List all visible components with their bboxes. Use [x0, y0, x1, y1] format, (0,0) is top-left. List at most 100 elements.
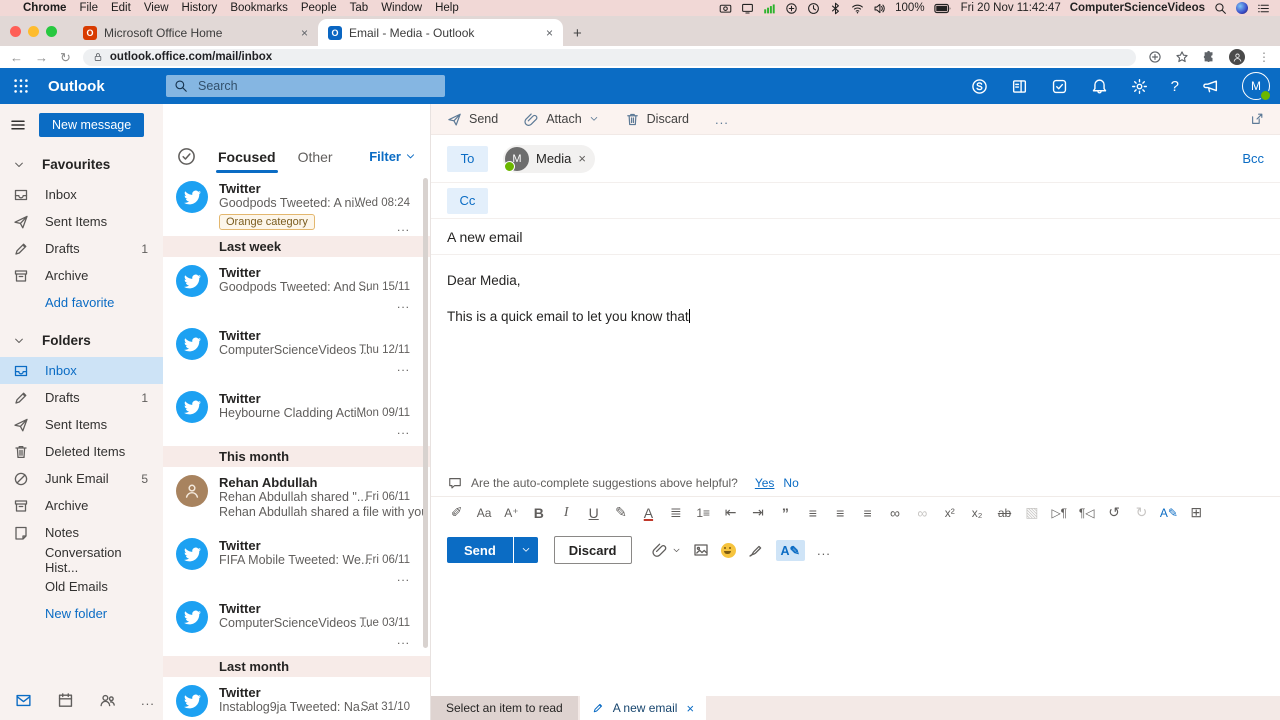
format-painter-icon[interactable]: ✐ — [443, 504, 470, 521]
sidebar-item-inbox[interactable]: Inbox — [0, 357, 163, 384]
address-bar[interactable]: outlook.office.com/mail/inbox — [83, 49, 1136, 66]
sidebar-item-fav-archive[interactable]: Archive — [0, 262, 163, 289]
more-modules-icon[interactable]: ... — [141, 693, 155, 708]
wifi-icon[interactable] — [851, 2, 864, 15]
browser-profile-avatar[interactable] — [1229, 49, 1245, 65]
menu-chrome[interactable]: Chrome — [23, 2, 66, 14]
menu-edit[interactable]: Edit — [111, 2, 131, 14]
font-name-icon[interactable]: Aa — [470, 506, 497, 520]
sidebar-item-conversation-history[interactable]: Conversation Hist... — [0, 546, 163, 573]
attach-file-button[interactable] — [652, 542, 681, 558]
discard-button[interactable]: Discard — [554, 536, 632, 564]
bcc-button[interactable]: Bcc — [1242, 151, 1264, 166]
outdent-icon[interactable]: ⇤ — [717, 504, 744, 521]
bluetooth-icon[interactable] — [829, 2, 842, 15]
subscript-icon[interactable]: x₂ — [963, 506, 990, 520]
sidebar-item-old-emails[interactable]: Old Emails — [0, 573, 163, 600]
message-row[interactable]: Twitter ComputerScienceVideos ... Thu 12… — [163, 320, 430, 383]
search-input[interactable] — [196, 78, 390, 94]
compose-more-icon[interactable]: ... — [817, 543, 831, 558]
feedback-yes-link[interactable]: Yes — [755, 476, 775, 490]
font-size-icon[interactable]: A⁺ — [498, 506, 525, 520]
close-window-button[interactable] — [10, 26, 21, 37]
signal-bars-icon[interactable] — [763, 2, 776, 15]
new-folder-link[interactable]: New folder — [0, 600, 163, 627]
quote-icon[interactable]: ” — [772, 505, 799, 521]
numbered-list-icon[interactable]: 1≡ — [690, 506, 717, 520]
to-button[interactable]: To — [447, 146, 488, 172]
message-row[interactable]: Twitter FIFA Mobile Tweeted: We... Fri 0… — [163, 530, 430, 593]
reload-button[interactable]: ↻ — [60, 51, 71, 64]
toolbar-more-icon[interactable]: ... — [715, 112, 729, 127]
tab-other[interactable]: Other — [298, 149, 333, 165]
add-favorite-link[interactable]: Add favorite — [0, 289, 163, 316]
new-message-button[interactable]: New message — [39, 113, 144, 137]
recipient-chip[interactable]: M Media × — [503, 145, 595, 173]
keyboard-input-icon[interactable] — [785, 2, 798, 15]
share-target-icon[interactable] — [1148, 50, 1162, 64]
message-more-icon[interactable]: ... — [397, 297, 410, 311]
draft-tab[interactable]: A new email × — [580, 696, 706, 720]
menu-tab[interactable]: Tab — [350, 2, 369, 14]
sidebar-item-drafts[interactable]: Drafts1 — [0, 384, 163, 411]
send-split-button[interactable]: Send — [447, 537, 538, 563]
collapse-sidebar-icon[interactable] — [10, 117, 26, 133]
sidebar-item-deleted[interactable]: Deleted Items — [0, 438, 163, 465]
subject-field[interactable]: A new email — [431, 219, 1280, 255]
cc-button[interactable]: Cc — [447, 188, 488, 214]
menu-file[interactable]: File — [79, 2, 98, 14]
calendar-module-icon[interactable] — [57, 692, 74, 709]
draw-pen-button[interactable] — [748, 542, 764, 558]
app-launcher-waffle-icon[interactable] — [0, 68, 42, 104]
message-row[interactable]: Twitter ComputerScienceVideos ... Tue 03… — [163, 593, 430, 656]
user-profile-name[interactable]: ComputerScienceVideos — [1070, 2, 1205, 14]
underline-icon[interactable]: U — [580, 505, 607, 521]
insert-table-icon[interactable]: ⊞ — [1183, 504, 1210, 521]
feedback-no-link[interactable]: No — [783, 476, 798, 490]
search-box[interactable] — [166, 75, 445, 97]
redo-icon[interactable]: ↻ — [1128, 504, 1155, 521]
todo-icon[interactable] — [1051, 78, 1068, 95]
italic-icon[interactable]: I — [553, 505, 580, 521]
sidebar-item-fav-inbox[interactable]: Inbox — [0, 181, 163, 208]
emoji-button[interactable] — [721, 543, 736, 558]
right-to-left-icon[interactable]: ¶◁ — [1073, 506, 1100, 520]
attach-button[interactable]: Attach — [524, 112, 598, 127]
sidebar-item-archive[interactable]: Archive — [0, 492, 163, 519]
my-day-icon[interactable] — [1011, 78, 1028, 95]
folders-header[interactable]: Folders — [0, 323, 163, 357]
filter-button[interactable]: Filter — [369, 149, 416, 164]
superscript-icon[interactable]: x² — [936, 506, 963, 520]
notification-center-icon[interactable] — [1257, 2, 1270, 15]
select-all-icon[interactable] — [177, 147, 196, 166]
list-scrollbar[interactable] — [423, 178, 428, 648]
settings-gear-icon[interactable] — [1131, 78, 1148, 95]
feedback-megaphone-icon[interactable] — [1202, 78, 1219, 95]
send-button-top[interactable]: Send — [447, 112, 498, 127]
sidebar-item-fav-drafts[interactable]: Drafts1 — [0, 235, 163, 262]
browser-menu-icon[interactable]: ⋮ — [1258, 51, 1270, 63]
align-center-icon[interactable]: ≡ — [826, 505, 853, 521]
back-button[interactable]: ← — [10, 51, 23, 64]
people-module-icon[interactable] — [99, 692, 116, 709]
extensions-puzzle-icon[interactable] — [1202, 50, 1216, 64]
cc-field-row[interactable]: Cc — [431, 183, 1280, 219]
sidebar-item-notes[interactable]: Notes — [0, 519, 163, 546]
insert-picture-button[interactable] — [693, 542, 709, 558]
menu-bar-clock[interactable]: Fri 20 Nov 11:42:47 — [961, 2, 1061, 14]
open-in-new-window-icon[interactable] — [1250, 112, 1264, 126]
indent-icon[interactable]: ⇥ — [744, 504, 771, 521]
insert-image-icon[interactable]: ▧ — [1018, 504, 1045, 521]
notifications-bell-icon[interactable] — [1091, 78, 1108, 95]
account-avatar[interactable]: M — [1242, 72, 1270, 100]
left-to-right-icon[interactable]: ▷¶ — [1046, 506, 1073, 520]
message-row[interactable]: Twitter Heybourne Cladding Acti... Mon 0… — [163, 383, 430, 446]
send-button[interactable]: Send — [447, 537, 513, 563]
time-machine-icon[interactable] — [807, 2, 820, 15]
favourites-header[interactable]: Favourites — [0, 147, 163, 181]
message-more-icon[interactable]: ... — [397, 423, 410, 437]
display-icon[interactable] — [741, 2, 754, 15]
sidebar-item-junk[interactable]: Junk Email5 — [0, 465, 163, 492]
bullet-list-icon[interactable]: ≣ — [662, 504, 689, 521]
message-body-editor[interactable]: Dear Media, This is a quick email to let… — [431, 255, 1280, 496]
